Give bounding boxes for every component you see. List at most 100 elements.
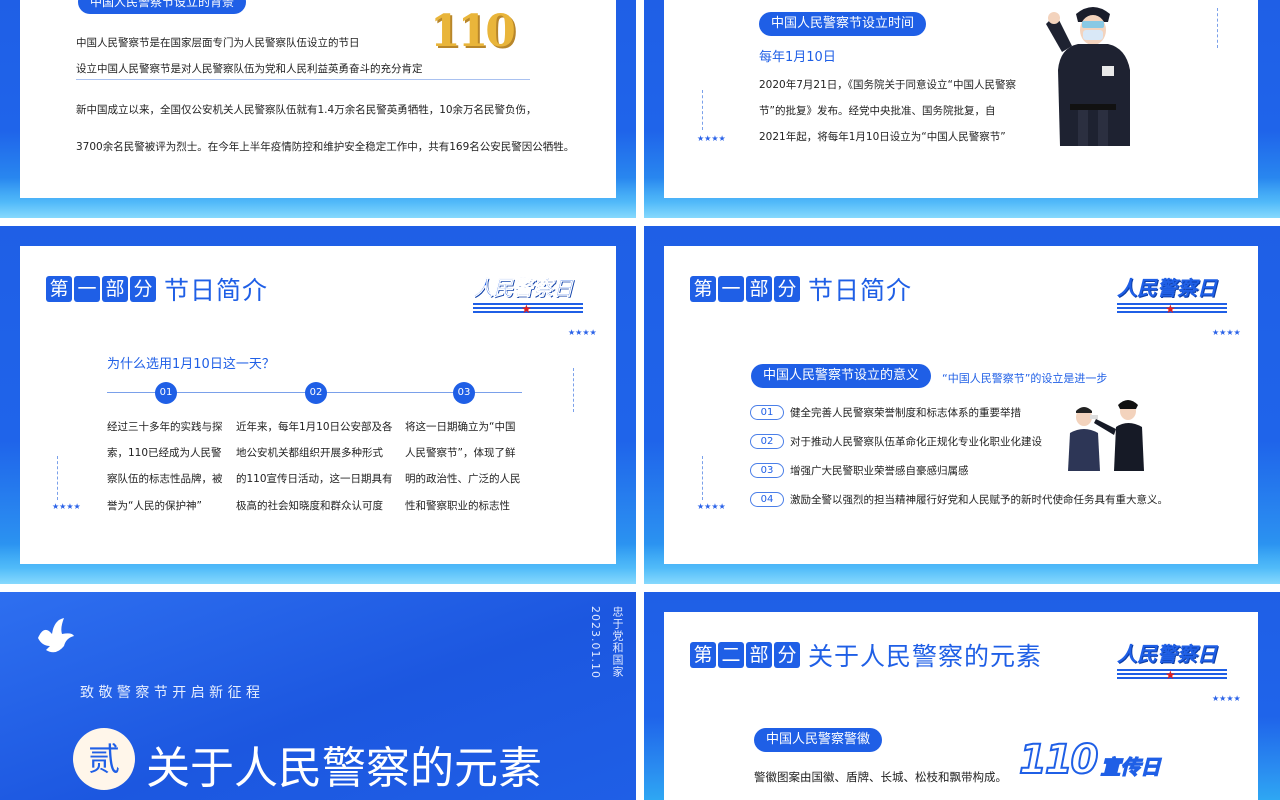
slide-thumbnail-5[interactable]: 致 敬 警 察 节 开 启 新 征 程 贰 关于人民警察的元素 忠于党和国家 2…: [0, 592, 636, 800]
publicity-day-badge-icon: 110 宣传日: [1018, 737, 1161, 783]
badge-number: 110: [1018, 737, 1099, 783]
meaning-item-3: 增强广大民警职业荣誉感自豪感归属感: [790, 465, 969, 477]
badge-description: 警徽图案由国徽、盾牌、长城、松枝和飘带构成。: [754, 770, 1007, 784]
dashed-divider: [702, 90, 703, 130]
reason-col1-line3: 察队伍的标志性品牌，被: [107, 473, 223, 485]
section-title-char: 部: [102, 276, 128, 302]
vertical-motto: 忠于党和国家: [611, 606, 624, 678]
reason-col1-line2: 索，110已经成为人民警: [107, 447, 222, 459]
time-paragraph-3: 2021年起，将每年1月10日设立为“中国人民警察节”: [759, 131, 1006, 143]
stars-decoration: ★★★★: [697, 502, 726, 511]
section-pill: 中国人民警察节设立的背景: [78, 0, 247, 14]
section-pill: 中国人民警察警徽: [754, 728, 883, 752]
slide-content-card: 第 二 部 分 关于人民警察的元素 人民警察日 ★ ★★★★ 中国人民警察警徽 …: [664, 612, 1258, 800]
section-title-text: 节日简介: [808, 276, 913, 305]
meaning-number-1: 01: [750, 405, 784, 420]
slide-content-card: 第 一 部 分 节日简介 人民警察日 ★ ★★★★ ★★★★ 中国人民警察节设立…: [664, 246, 1258, 564]
slide-thumbnail-2[interactable]: 中国人民警察节设立时间 每年1月10日 2020年7月21日，《国务院关于同意设…: [644, 0, 1280, 218]
section-title-char: 第: [690, 642, 716, 668]
dashed-divider: [573, 368, 574, 412]
reason-col2-line4: 极高的社会知晓度和群众认可度: [236, 500, 383, 512]
background-line-1: 中国人民警察节是在国家层面专门为人民警察队伍设立的节日: [76, 37, 360, 49]
stars-decoration: ★★★★: [1212, 328, 1241, 337]
question-heading: 为什么选用1月10日这一天？: [107, 357, 275, 372]
date-heading: 每年1月10日: [759, 50, 836, 65]
section-title-char: 分: [774, 276, 800, 302]
slide-grid: 中国人民警察节设立的背景 110 中国人民警察节是在国家层面专门为人民警察队伍设…: [0, 0, 1280, 800]
stars-decoration: ★★★★: [697, 134, 726, 143]
slide-thumbnail-1[interactable]: 中国人民警察节设立的背景 110 中国人民警察节是在国家层面专门为人民警察队伍设…: [0, 0, 636, 218]
reason-col3-line4: 性和警察职业的标志性: [405, 500, 510, 512]
slide-thumbnail-4[interactable]: 第 一 部 分 节日简介 人民警察日 ★ ★★★★ ★★★★ 中国人民警察节设立…: [644, 226, 1280, 584]
stars-decoration: ★★★★: [52, 502, 81, 511]
red-star-icon: ★: [1165, 302, 1176, 316]
section-title-char: 分: [774, 642, 800, 668]
dashed-divider: [702, 456, 703, 500]
police-day-logo: 人民警察日 ★: [1117, 272, 1227, 316]
reason-col1-line1: 经过三十多年的实践与探: [107, 421, 223, 433]
section-title-char: 分: [130, 276, 156, 302]
meaning-item-2: 对于推动人民警察队伍革命化正规化专业化职业化建设: [790, 436, 1042, 448]
reason-col2-line2: 地公安机关都组织开展多种形式: [236, 447, 383, 459]
red-star-icon: ★: [1165, 668, 1176, 682]
badge-label: 宣传日: [1100, 754, 1161, 779]
police-day-logo-text: 人民警察日: [1117, 276, 1217, 300]
section-title-char: 部: [746, 642, 772, 668]
timeline-number-3: 03: [453, 382, 475, 404]
background-paragraph-2: 3700余名民警被评为烈士。在今年上半年疫情防控和维护安全稳定工作中，共有169…: [76, 141, 575, 153]
dashed-divider: [1217, 8, 1218, 48]
time-paragraph-1: 2020年7月21日，《国务院关于同意设立“中国人民警察: [759, 79, 1016, 91]
meaning-item-4: 激励全警以强烈的担当精神履行好党和人民赋予的新时代使命任务具有重大意义。: [790, 494, 1168, 506]
red-star-icon: ★: [521, 302, 532, 316]
section-number-circle: 贰: [73, 728, 135, 790]
slide-thumbnail-6[interactable]: 第 二 部 分 关于人民警察的元素 人民警察日 ★ ★★★★ 中国人民警察警徽 …: [644, 592, 1280, 800]
section-title: 第 一 部 分 节日简介: [46, 271, 268, 307]
meaning-number-2: 02: [750, 434, 784, 449]
stars-decoration: ★★★★: [568, 328, 597, 337]
dashed-divider: [57, 456, 58, 500]
timeline-number-2: 02: [305, 382, 327, 404]
meaning-lead-text: “中国人民警察节”的设立是进一步: [942, 372, 1108, 385]
section-title-char: 部: [746, 276, 772, 302]
reason-col3-line3: 明的政治性、广泛的人民: [405, 473, 521, 485]
divider-line: [76, 79, 530, 80]
section-title: 第 二 部 分 关于人民警察的元素: [690, 637, 1042, 673]
section-title-char: 一: [74, 276, 100, 302]
section-title-char: 二: [718, 642, 744, 668]
background-line-2: 设立中国人民警察节是对人民警察队伍为党和人民利益英勇奋斗的充分肯定: [76, 63, 423, 75]
slide-content-card: 第 一 部 分 节日简介 人民警察日 ★ ★★★★ ★★★★ 为什么选用1月10…: [20, 246, 616, 564]
section-pill: 中国人民警察节设立时间: [759, 12, 927, 36]
meaning-number-3: 03: [750, 463, 784, 478]
police-day-logo: 人民警察日 ★: [473, 272, 583, 316]
background-paragraph-1: 新中国成立以来，全国仅公安机关人民警察队伍就有1.4万余名民警英勇牺牲，10余万…: [76, 104, 537, 116]
police-day-logo-text: 人民警察日: [473, 276, 574, 301]
police-day-logo-text: 人民警察日: [1117, 642, 1217, 666]
reason-col1-line4: 誉为“人民的保护神”: [107, 500, 202, 512]
slide-content-card: 中国人民警察节设立的背景 110 中国人民警察节是在国家层面专门为人民警察队伍设…: [20, 0, 616, 198]
meaning-item-1: 健全完善人民警察荣誉制度和标志体系的重要举措: [790, 407, 1021, 419]
slide-thumbnail-3[interactable]: 第 一 部 分 节日简介 人民警察日 ★ ★★★★ ★★★★ 为什么选用1月10…: [0, 226, 636, 584]
dove-icon: [34, 616, 76, 660]
timeline-number-1: 01: [155, 382, 177, 404]
section-title: 第 一 部 分 节日简介: [690, 271, 912, 307]
section-title-text: 节日简介: [164, 276, 269, 305]
time-paragraph-2: 节”的批复》发布。经党中央批准、国务院批复，自: [759, 105, 996, 117]
reason-col3-line1: 将这一日期确立为“中国: [405, 421, 516, 433]
section-pill: 中国人民警察节设立的意义: [751, 364, 932, 388]
slide-content-card: 中国人民警察节设立时间 每年1月10日 2020年7月21日，《国务院关于同意设…: [664, 0, 1258, 198]
police-officer-saluting-icon: [1046, 7, 1130, 146]
section-title-char: 第: [690, 276, 716, 302]
cover-subtitle: 致 敬 警 察 节 开 启 新 征 程: [80, 685, 261, 701]
badge-110-icon: 110: [430, 6, 516, 57]
vertical-date: 2023.01.10: [589, 606, 602, 679]
section-title-text: 关于人民警察的元素: [808, 642, 1043, 671]
reason-col2-line1: 近年来，每年1月10日公安部及各: [236, 421, 393, 433]
reason-col2-line3: 的110宣传日活动，这一日期具有: [236, 473, 393, 485]
section-title-char: 第: [46, 276, 72, 302]
stars-decoration: ★★★★: [1212, 694, 1241, 703]
section-title-char: 一: [718, 276, 744, 302]
police-temperature-check-icon: [1068, 400, 1144, 471]
reason-col3-line2: 人民警察节”，体现了鲜: [405, 447, 516, 459]
meaning-number-4: 04: [750, 492, 784, 507]
cover-title: 关于人民警察的元素: [146, 743, 542, 794]
